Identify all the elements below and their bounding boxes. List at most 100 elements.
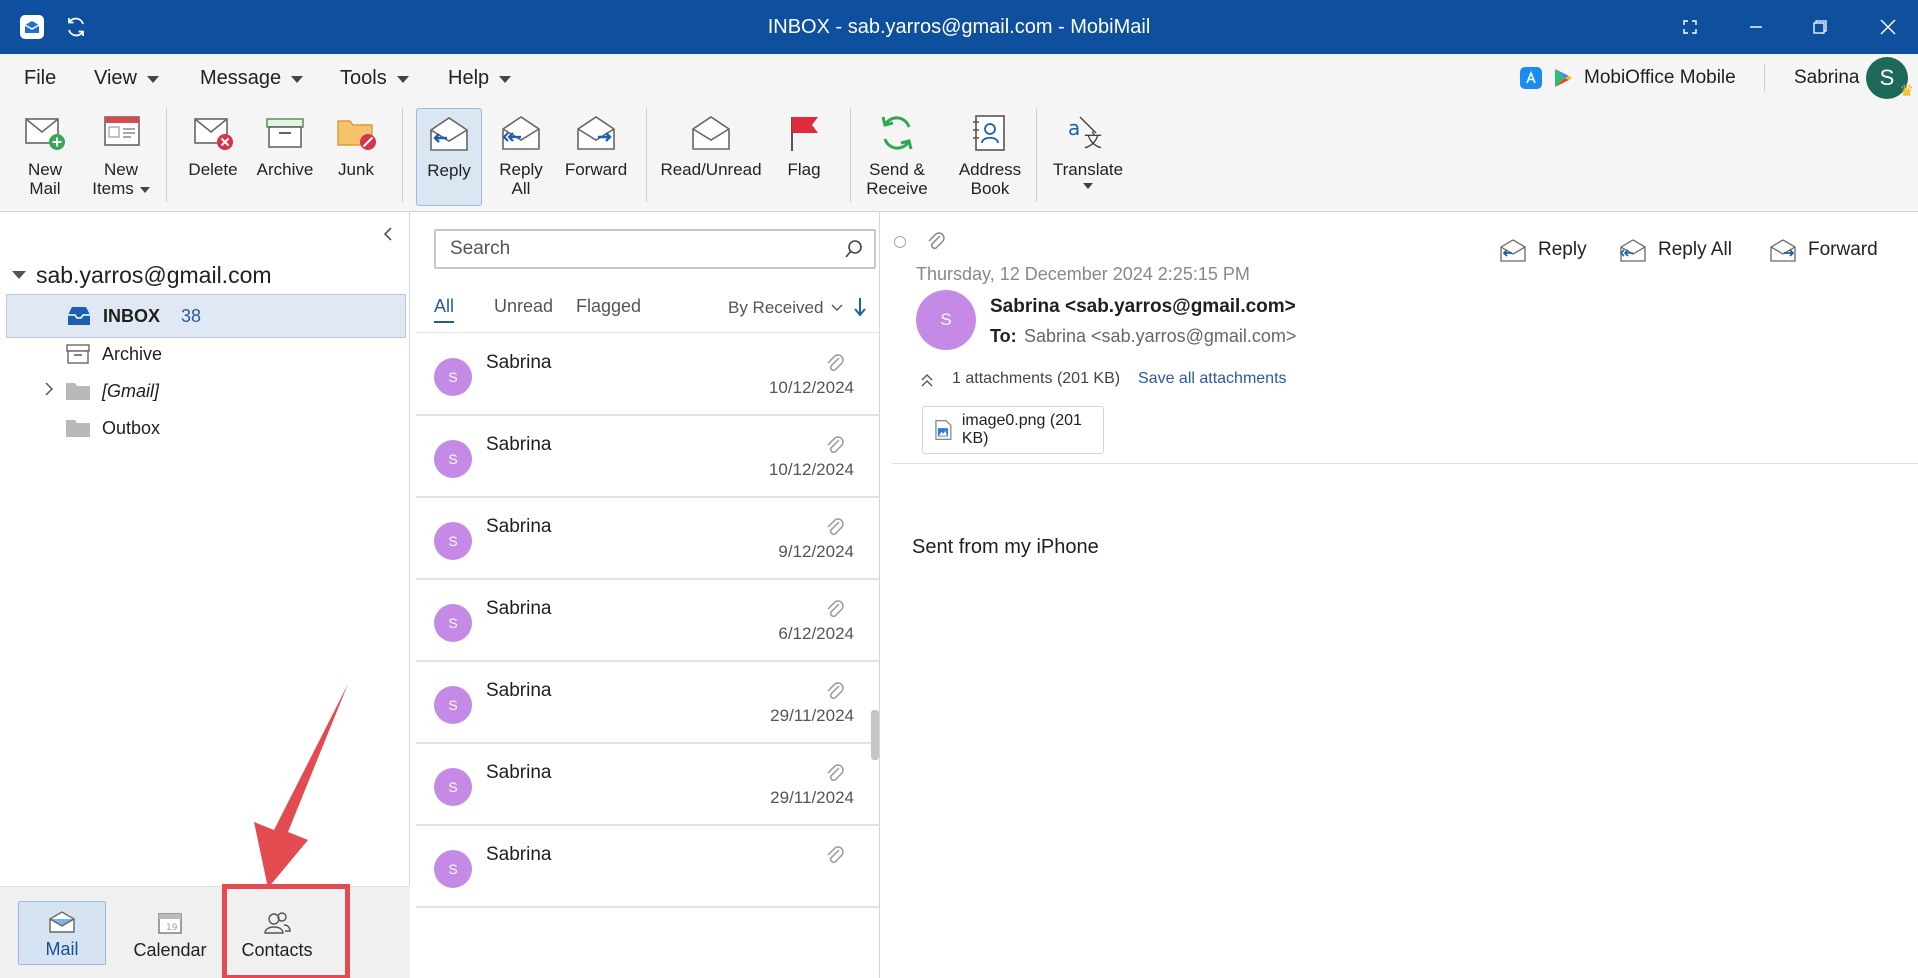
forward-icon xyxy=(1770,239,1796,262)
sync-icon[interactable] xyxy=(60,11,92,43)
ribbon-divider xyxy=(402,108,403,202)
expand-triangle-icon xyxy=(12,271,26,279)
paperclip-icon xyxy=(824,844,846,871)
junk-button[interactable]: Junk xyxy=(326,108,386,206)
filter-all[interactable]: All xyxy=(434,296,455,323)
filter-flagged[interactable]: Flagged xyxy=(576,296,641,317)
minimize-icon[interactable] xyxy=(1726,0,1786,54)
svg-text:19: 19 xyxy=(166,923,178,933)
message-list-item[interactable]: S Sabrina xyxy=(416,826,879,908)
restore-icon[interactable] xyxy=(1790,0,1850,54)
chevron-right-icon[interactable] xyxy=(44,381,54,401)
message-list-item[interactable]: S Sabrina 10/12/2024 xyxy=(416,416,879,498)
recipient-address[interactable]: Sabrina <sab.yarros@gmail.com> xyxy=(1024,326,1296,347)
sender-avatar: S xyxy=(434,686,472,724)
received-date: 6/12/2024 xyxy=(778,624,854,643)
new-items-button[interactable]: New Items xyxy=(86,108,156,206)
new-items-label: New Items xyxy=(92,160,150,198)
module-mail[interactable]: Mail xyxy=(18,901,106,965)
reply-all-label: Reply All xyxy=(499,160,543,198)
filter-unread[interactable]: Unread xyxy=(494,296,553,317)
menu-help[interactable]: Help xyxy=(448,54,512,102)
reply-button[interactable]: Reply xyxy=(416,108,482,206)
fullscreen-icon[interactable] xyxy=(1660,0,1720,54)
folder-icon xyxy=(64,416,92,440)
to-label: To: xyxy=(990,326,1017,346)
paperclip-icon xyxy=(824,762,846,789)
sort-direction-icon[interactable] xyxy=(852,296,868,323)
save-all-attachments-link[interactable]: Save all attachments xyxy=(1138,370,1287,388)
send-receive-button[interactable]: Send & Receive xyxy=(860,108,934,206)
menu-label: File xyxy=(24,67,57,89)
paperclip-icon xyxy=(824,516,846,543)
message-list-item[interactable]: S Sabrina 9/12/2024 xyxy=(416,498,879,580)
menu-file[interactable]: File xyxy=(24,54,56,102)
menu-tools[interactable]: Tools xyxy=(340,54,409,102)
translate-button[interactable]: a文 Translate xyxy=(1050,108,1126,206)
flag-button[interactable]: Flag xyxy=(774,108,834,206)
folder-outbox[interactable]: Outbox xyxy=(6,406,406,450)
sender-name: Sabrina xyxy=(486,680,552,701)
user-avatar[interactable]: S ♛ xyxy=(1866,57,1914,100)
sender-name: Sabrina xyxy=(486,434,552,455)
received-date: 9/12/2024 xyxy=(778,542,854,561)
calendar-icon: 19 xyxy=(156,908,184,938)
sort-label: By Received xyxy=(728,298,824,317)
user-name[interactable]: Sabrina xyxy=(1794,54,1860,102)
sender-avatar: S xyxy=(916,290,976,350)
delete-button[interactable]: Delete xyxy=(180,108,246,206)
menu-message[interactable]: Message xyxy=(200,54,304,102)
forward-button[interactable]: Forward xyxy=(558,108,634,206)
reply-all-button[interactable]: Reply All xyxy=(490,108,552,206)
mobimail-app-icon[interactable] xyxy=(16,11,48,43)
promo-label: MobiOffice Mobile xyxy=(1584,67,1736,88)
paperclip-icon xyxy=(824,352,846,379)
message-list-item[interactable]: S Sabrina 29/11/2024 xyxy=(416,662,879,744)
sort-dropdown[interactable]: By Received xyxy=(728,298,843,318)
received-date: 10/12/2024 xyxy=(768,378,854,397)
reply-all-icon xyxy=(497,108,545,158)
sender-name: Sabrina xyxy=(486,762,552,783)
reading-reply-all-button[interactable]: Reply All xyxy=(1618,232,1732,268)
message-list-item[interactable]: S Sabrina 6/12/2024 xyxy=(416,580,879,662)
received-date: 10/12/2024 xyxy=(768,460,854,479)
read-unread-button[interactable]: Read/Unread xyxy=(656,108,766,206)
read-status-dot[interactable] xyxy=(894,236,906,248)
collapse-attachments-icon[interactable] xyxy=(920,372,934,393)
annotation-highlight-box xyxy=(222,884,350,978)
send-receive-icon xyxy=(873,108,921,158)
account-node[interactable]: sab.yarros@gmail.com xyxy=(12,258,272,292)
sender-address[interactable]: Sabrina <sab.yarros@gmail.com> xyxy=(990,296,1296,318)
image-file-icon xyxy=(935,420,952,440)
close-icon[interactable] xyxy=(1858,0,1918,54)
reply-all-icon xyxy=(1619,239,1646,262)
received-date: 29/11/2024 xyxy=(770,706,854,725)
new-mail-button[interactable]: New Mail xyxy=(14,108,76,206)
archive-icon xyxy=(261,108,309,158)
scrollbar-thumb[interactable] xyxy=(871,710,879,760)
mail-icon xyxy=(48,907,76,937)
reading-forward-button[interactable]: Forward xyxy=(1768,232,1878,268)
message-list-item[interactable]: S Sabrina 29/11/2024 xyxy=(416,744,879,826)
chevron-down-icon xyxy=(139,186,150,193)
search-input[interactable]: Search xyxy=(434,229,876,269)
module-calendar[interactable]: 19 Calendar xyxy=(126,901,214,965)
ribbon-toolbar: New Mail New Items Delete Archive Junk R… xyxy=(0,102,1918,212)
sender-avatar: S xyxy=(434,768,472,806)
sender-name: Sabrina xyxy=(486,516,552,537)
delete-mail-icon xyxy=(189,108,237,158)
chevron-down-icon xyxy=(499,75,512,83)
search-placeholder: Search xyxy=(450,238,511,259)
attachment-chip[interactable]: image0.png (201 KB) xyxy=(922,406,1104,454)
reading-reply-button[interactable]: Reply xyxy=(1498,232,1587,268)
window-title: INBOX - sab.yarros@gmail.com - MobiMail xyxy=(767,16,1151,38)
archive-button[interactable]: Archive xyxy=(252,108,318,206)
search-icon[interactable] xyxy=(844,239,864,264)
menu-view[interactable]: View xyxy=(94,54,159,102)
collapse-pane-icon[interactable] xyxy=(376,222,400,246)
message-list-item[interactable]: S Sabrina 10/12/2024 xyxy=(416,334,879,416)
address-book-button[interactable]: Address Book xyxy=(950,108,1030,206)
folder-label: Archive xyxy=(102,343,163,364)
translate-label: Translate xyxy=(1052,160,1124,179)
mobioffice-promo[interactable]: MobiOffice Mobile xyxy=(1520,62,1736,94)
